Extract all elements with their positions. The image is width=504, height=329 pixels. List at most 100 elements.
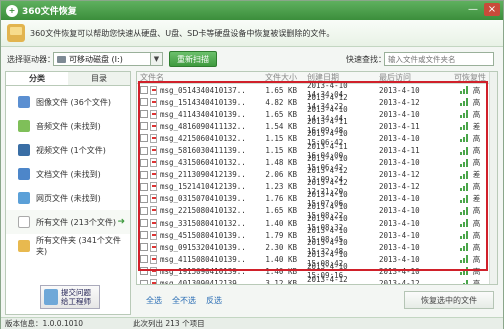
table-body: msg_0514340410137... 1.65 KB 2013-4-10 14:… bbox=[137, 81, 497, 285]
file-icon bbox=[150, 230, 157, 240]
signal-bars-icon bbox=[459, 267, 470, 276]
drive-select[interactable]: 可移动磁盘 (I:) ▼ bbox=[53, 52, 163, 66]
signal-bars-icon bbox=[459, 158, 470, 167]
file-name: msg_1521410412139... bbox=[160, 182, 245, 192]
row-checkbox[interactable] bbox=[140, 170, 148, 179]
cell-accessed: 2013-4-12 bbox=[379, 97, 420, 107]
cell-size: 1.15 KB bbox=[265, 146, 297, 156]
cell-size: 2.06 KB bbox=[265, 170, 297, 180]
quick-search-label: 快速查找： bbox=[346, 55, 386, 64]
row-checkbox[interactable] bbox=[140, 146, 148, 155]
close-button[interactable]: × bbox=[484, 3, 500, 16]
sidebar-item-webpages[interactable]: 网页文件 (未找到) bbox=[6, 186, 130, 210]
row-checkbox[interactable] bbox=[140, 194, 148, 203]
row-checkbox[interactable] bbox=[140, 98, 148, 107]
sidebar-tabs: 分类 目录 bbox=[6, 72, 130, 86]
info-banner: 360文件恢复可以帮助您快速从硬盘、U盘、SD卡等硬盘设备中恢复被误删除的文件。 bbox=[1, 20, 503, 47]
tab-category[interactable]: 分类 bbox=[6, 72, 68, 85]
invert-selection-link[interactable]: 反选 bbox=[206, 295, 222, 306]
drive-value: 可移动磁盘 (I:) bbox=[69, 54, 123, 64]
rescan-button[interactable]: 重新扫描 bbox=[169, 51, 217, 67]
chevron-down-icon[interactable]: ▼ bbox=[150, 53, 162, 65]
row-checkbox[interactable] bbox=[140, 86, 148, 95]
cell-name: msg_0315070410139... bbox=[137, 194, 245, 204]
row-checkbox[interactable] bbox=[140, 182, 148, 191]
file-icon bbox=[150, 242, 157, 252]
file-name: msg_4115080410139... bbox=[160, 254, 245, 264]
table-row[interactable]: msg_4013090412139... 3.12 KB 2013-4-12 13:… bbox=[137, 275, 497, 285]
col-name[interactable]: 文件名 bbox=[137, 72, 245, 83]
sidebar-item-label: 图像文件 (36个文件) bbox=[36, 97, 111, 107]
file-name: msg_4515080410139... bbox=[160, 230, 245, 240]
row-checkbox[interactable] bbox=[140, 243, 148, 252]
file-name: msg_4114340410139... bbox=[160, 109, 245, 119]
select-all-link[interactable]: 全选 bbox=[146, 295, 162, 306]
row-checkbox[interactable] bbox=[140, 231, 148, 240]
cell-accessed: 2013-4-10 bbox=[379, 85, 420, 95]
tab-directory[interactable]: 目录 bbox=[68, 72, 130, 85]
folder-icon bbox=[7, 24, 25, 42]
sidebar-item-all-folders[interactable]: 所有文件夹 (341个文件夹) bbox=[6, 234, 130, 258]
row-checkbox[interactable] bbox=[140, 206, 148, 215]
sidebar-item-all-files[interactable]: 所有文件 (213个文件) ➜ bbox=[6, 210, 130, 234]
quick-search-input[interactable] bbox=[384, 52, 494, 66]
row-checkbox[interactable] bbox=[140, 110, 148, 119]
cell-accessed: 2013-4-12 bbox=[379, 170, 420, 180]
sidebar-item-label: 文档文件 (未找到) bbox=[36, 169, 101, 179]
cell-name: msg_4013090412139... bbox=[137, 279, 245, 284]
file-icon bbox=[150, 109, 157, 119]
row-checkbox[interactable] bbox=[140, 279, 148, 284]
sidebar-item-documents[interactable]: 文档文件 (未找到) bbox=[6, 162, 130, 186]
webpage-icon bbox=[18, 192, 30, 204]
row-checkbox[interactable] bbox=[140, 158, 148, 167]
app-logo-icon: + bbox=[6, 4, 18, 17]
cell-size: 1.23 KB bbox=[265, 182, 297, 192]
row-checkbox[interactable] bbox=[140, 134, 148, 143]
col-accessed[interactable]: 最后访问 bbox=[373, 72, 443, 83]
recoverability-value: 高 bbox=[472, 279, 481, 285]
file-name: msg_0315070410139... bbox=[160, 194, 245, 204]
cell-accessed: 2013-4-10 bbox=[379, 206, 420, 216]
cell-size: 1.40 KB bbox=[265, 266, 297, 276]
recoverability-value: 高 bbox=[472, 133, 481, 143]
recoverability-value: 高 bbox=[472, 85, 481, 95]
file-name: msg_4215060410132... bbox=[160, 133, 245, 143]
submit-feedback-button[interactable]: 提交问题 给工程师 bbox=[40, 285, 100, 309]
recoverability-value: 高 bbox=[472, 230, 481, 240]
sidebar-item-video[interactable]: 视频文件 (1个文件) bbox=[6, 138, 130, 162]
file-name: msg_1915090410139... bbox=[160, 266, 245, 276]
signal-bars-icon bbox=[459, 134, 470, 143]
vertical-scrollbar[interactable] bbox=[489, 72, 497, 284]
sidebar-item-audio[interactable]: 音频文件 (未找到) bbox=[6, 114, 130, 138]
sidebar-item-images[interactable]: 图像文件 (36个文件) bbox=[6, 90, 130, 114]
file-name: msg_0514340410137... bbox=[160, 85, 245, 95]
file-icon bbox=[150, 206, 157, 216]
cell-size: 1.40 KB bbox=[265, 254, 297, 264]
cell-accessed: 2013-4-10 bbox=[379, 194, 420, 204]
row-checkbox[interactable] bbox=[140, 255, 148, 264]
file-icon bbox=[150, 85, 157, 95]
submit-text: 提交问题 给工程师 bbox=[61, 288, 91, 306]
document-icon bbox=[18, 168, 30, 180]
col-size[interactable]: 文件大小 bbox=[245, 72, 301, 83]
recover-selected-button[interactable]: 恢复选中的文件 bbox=[404, 291, 494, 309]
submit-line-1: 提交问题 bbox=[61, 288, 91, 297]
file-icon bbox=[18, 216, 30, 228]
select-none-link[interactable]: 全不选 bbox=[172, 295, 196, 306]
cell-name: msg_1915090410139... bbox=[137, 266, 245, 276]
file-icon bbox=[150, 121, 157, 131]
row-checkbox[interactable] bbox=[140, 122, 148, 131]
signal-bars-icon bbox=[459, 231, 470, 240]
row-checkbox[interactable] bbox=[140, 219, 148, 228]
cell-size: 4.82 KB bbox=[265, 97, 297, 107]
row-checkbox[interactable] bbox=[140, 267, 148, 276]
cell-accessed: 2013-4-10 bbox=[379, 230, 420, 240]
signal-bars-icon bbox=[459, 170, 470, 179]
cell-name: msg_4816090411132... bbox=[137, 121, 245, 131]
folder-icon bbox=[18, 240, 30, 252]
minimize-button[interactable]: — bbox=[465, 3, 481, 16]
recoverability-value: 差 bbox=[472, 170, 481, 180]
file-icon bbox=[150, 158, 157, 168]
cell-size: 1.65 KB bbox=[265, 85, 297, 95]
action-bar: 全选 全不选 反选 恢复选中的文件 bbox=[136, 287, 498, 313]
